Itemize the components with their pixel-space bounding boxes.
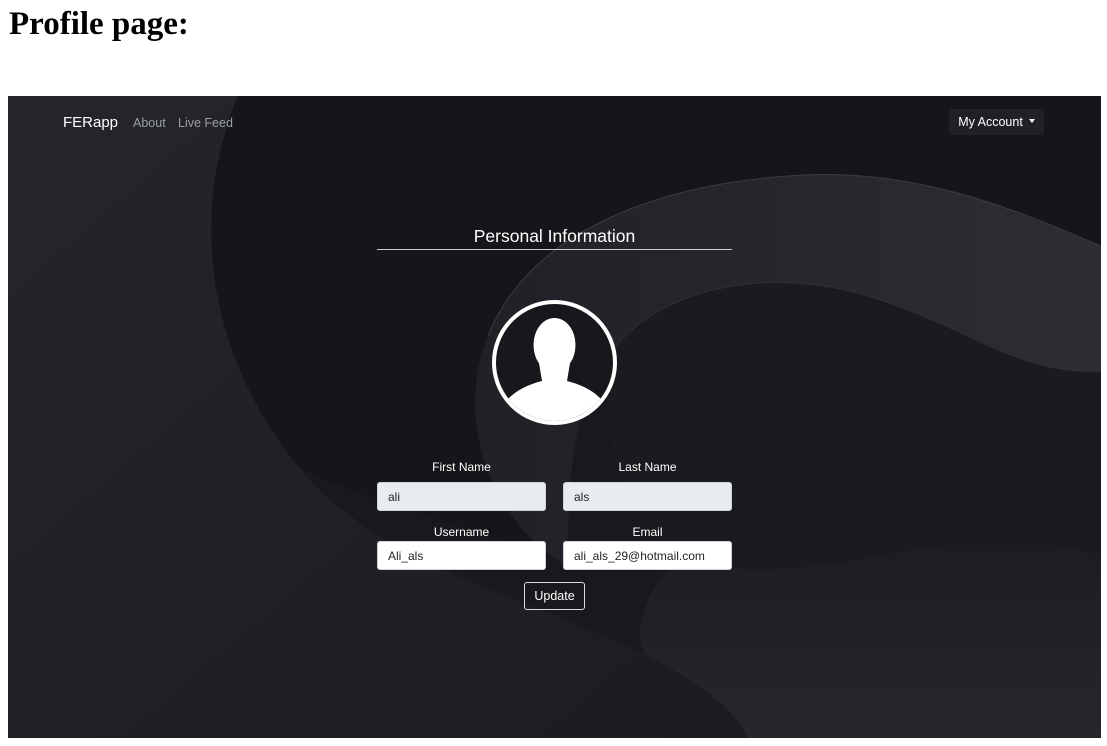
nav-link-about[interactable]: About: [133, 116, 166, 130]
document-heading: Profile page:: [9, 6, 189, 42]
first-name-field[interactable]: [377, 482, 546, 511]
email-field[interactable]: [563, 541, 732, 570]
chevron-down-icon: [1028, 119, 1035, 123]
nav-link-live-feed[interactable]: Live Feed: [178, 116, 233, 130]
navbar: FERapp About Live Feed My Account: [8, 96, 1101, 150]
my-account-label: My Account: [958, 115, 1023, 129]
email-label: Email: [632, 525, 663, 539]
brand-logo[interactable]: FERapp: [63, 114, 118, 131]
last-name-field[interactable]: [563, 482, 732, 511]
user-avatar-icon: [492, 300, 617, 425]
update-button[interactable]: Update: [524, 582, 585, 610]
username-field[interactable]: [377, 541, 546, 570]
app-window: FERapp About Live Feed My Account Person…: [8, 96, 1101, 738]
username-label: Username: [433, 525, 490, 539]
first-name-label: First Name: [432, 460, 491, 474]
title-divider: [377, 249, 732, 250]
section-title: Personal Information: [473, 226, 636, 246]
last-name-label: Last Name: [618, 460, 677, 474]
my-account-dropdown[interactable]: My Account: [949, 109, 1044, 135]
